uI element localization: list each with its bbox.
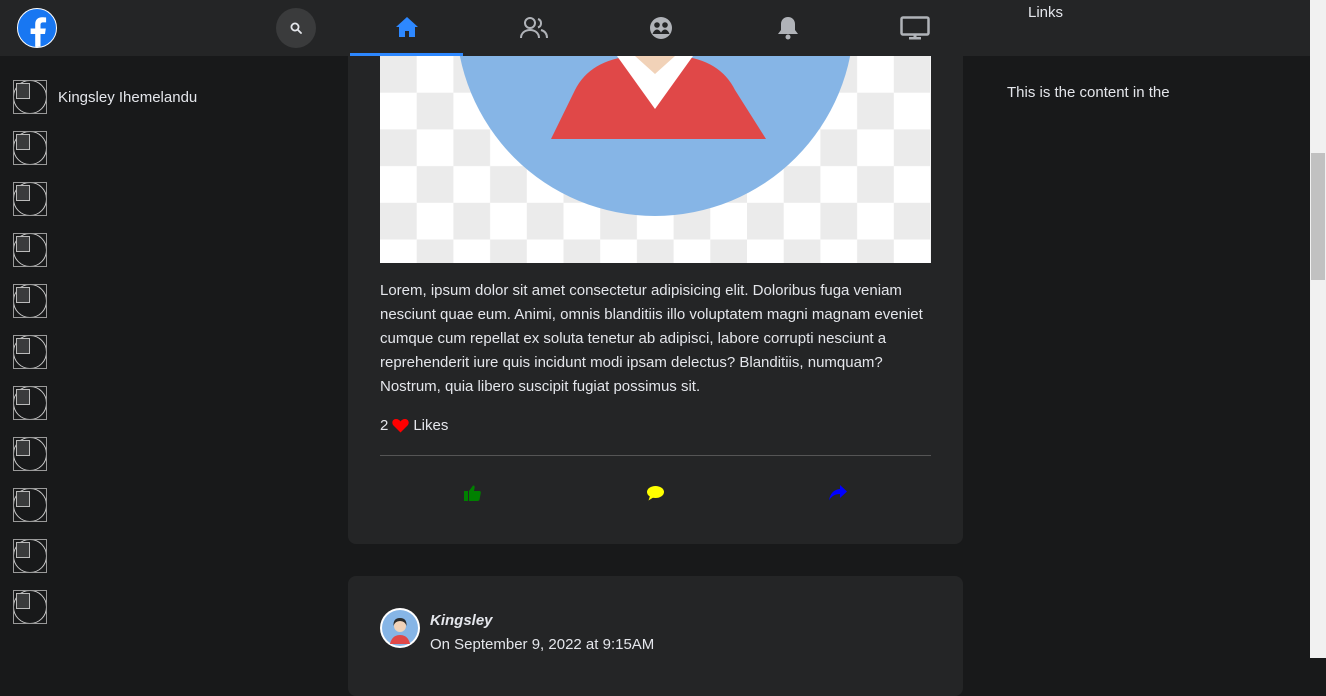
- post-image: [380, 56, 931, 263]
- right-panel-content: This is the content in the: [1007, 84, 1170, 101]
- sidebar-item-image: [13, 233, 47, 267]
- tab-home[interactable]: [350, 0, 463, 56]
- friends-icon: [519, 17, 548, 39]
- thumbs-up-icon: [463, 485, 481, 501]
- post-timestamp: On September 9, 2022 at 9:15AM: [430, 636, 655, 653]
- tab-groups[interactable]: [604, 0, 717, 56]
- groups-icon: [649, 17, 672, 39]
- avatar[interactable]: [380, 608, 420, 648]
- sidebar-item-image: [13, 284, 47, 318]
- sidebar-item[interactable]: [13, 181, 58, 217]
- sidebar-item[interactable]: [13, 538, 58, 574]
- avatar: [13, 80, 47, 114]
- post-card: Lorem, ipsum dolor sit amet consectetur …: [348, 0, 963, 544]
- sidebar-item[interactable]: [13, 436, 58, 472]
- search-icon: [290, 22, 302, 34]
- sidebar-item[interactable]: [13, 232, 58, 268]
- sidebar-item-image: [13, 182, 47, 216]
- post-card: Kingsley On September 9, 2022 at 9:15AM: [348, 576, 963, 696]
- monitor-icon: [899, 16, 930, 40]
- home-icon: [395, 16, 418, 37]
- search-button[interactable]: [276, 8, 316, 48]
- likes-count: 2: [380, 417, 389, 434]
- post-body-text: Lorem, ipsum dolor sit amet consectetur …: [380, 282, 923, 395]
- sidebar-item[interactable]: [13, 589, 58, 625]
- sidebar-item-image: [13, 437, 47, 471]
- likes-summary: 2 Likes: [380, 417, 448, 434]
- sidebar-item[interactable]: [13, 385, 58, 421]
- comment-button[interactable]: [645, 483, 665, 503]
- likes-label: Likes: [413, 417, 449, 434]
- sidebar-item-image: [13, 386, 47, 420]
- sidebar-item-profile[interactable]: Kingsley Ihemelandu: [13, 79, 197, 115]
- share-button[interactable]: [828, 483, 848, 503]
- sidebar-item[interactable]: [13, 487, 58, 523]
- post-author[interactable]: Kingsley: [430, 612, 493, 629]
- sidebar-item-image: [13, 131, 47, 165]
- sidebar-item-image: [13, 488, 47, 522]
- links-heading: Links: [1028, 4, 1064, 21]
- heart-icon: [392, 418, 410, 433]
- like-button[interactable]: [462, 483, 482, 503]
- divider: [380, 455, 931, 456]
- tab-friends[interactable]: [477, 0, 590, 56]
- sidebar-item-image: [13, 539, 47, 573]
- sidebar-item[interactable]: [13, 130, 58, 166]
- sidebar-item-image: [13, 590, 47, 624]
- scrollbar-thumb[interactable]: [1311, 153, 1325, 280]
- tab-watch[interactable]: [858, 0, 971, 56]
- facebook-logo-icon[interactable]: [17, 8, 57, 48]
- sidebar-item[interactable]: [13, 283, 58, 319]
- scrollbar[interactable]: [1310, 0, 1326, 658]
- tab-notifications[interactable]: [731, 0, 844, 56]
- bell-icon: [777, 17, 798, 40]
- sidebar-item[interactable]: [13, 334, 58, 370]
- sidebar-item-label: Kingsley Ihemelandu: [58, 88, 198, 106]
- sidebar-item-image: [13, 335, 47, 369]
- comment-icon: [646, 485, 664, 500]
- share-icon: [829, 485, 847, 501]
- top-navbar: Links: [0, 0, 1310, 56]
